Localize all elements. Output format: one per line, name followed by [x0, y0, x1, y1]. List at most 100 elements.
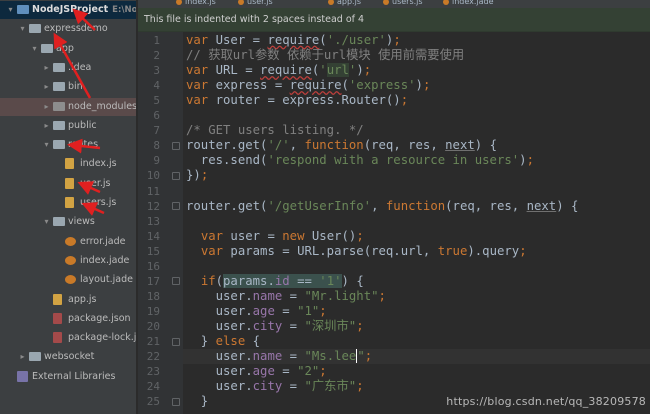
tree-item-node-modules[interactable]: ▸ node_moduleslibrary root [0, 97, 137, 116]
code-line[interactable]: } else { [183, 334, 650, 349]
tree-item-label: index.js [80, 158, 117, 170]
code-line[interactable]: var User = require('./user'); [183, 33, 650, 48]
code-line[interactable]: }); [183, 168, 650, 183]
line-number: 7 [153, 124, 160, 138]
chevron-down-icon[interactable]: ▾ [42, 136, 51, 154]
chevron-right-icon[interactable]: ▸ [18, 348, 27, 366]
folder-icon [53, 120, 65, 130]
code-line[interactable]: user.age = "2"; [183, 364, 650, 379]
tree-item-package-lock-json[interactable]: package-lock.json [0, 329, 136, 347]
folder-icon [53, 82, 65, 92]
folder-icon [29, 352, 41, 362]
fold-marker-icon[interactable] [172, 277, 180, 286]
code-line[interactable] [183, 259, 650, 274]
tree-item-index-js[interactable]: index.js [0, 155, 136, 173]
tree-item-label: bin [68, 81, 83, 93]
folder-icon [17, 5, 29, 14]
chevron-down-icon[interactable]: ▾ [42, 213, 51, 231]
tree-item-app[interactable]: ▾ app [0, 40, 136, 58]
tree-item-views[interactable]: ▾ views [0, 213, 136, 231]
line-number: 11 [146, 184, 160, 198]
code-line[interactable]: router.get('/getUserInfo', function(req,… [183, 199, 650, 214]
code-line[interactable]: var user = new User(); [183, 229, 650, 244]
file-icon [53, 293, 62, 305]
line-number: 5 [153, 94, 160, 108]
tree-item-package-json[interactable]: package.json [0, 310, 136, 328]
code-line[interactable]: if(params.id == '1') { [183, 273, 650, 289]
code-line[interactable]: var params = URL.parse(req.url, true).qu… [183, 244, 650, 259]
tree-item-error-jade[interactable]: error.jade [0, 233, 136, 251]
line-number: 10 [146, 169, 160, 183]
tree-item-users-js[interactable]: users.js [0, 194, 136, 212]
code-editor[interactable]: var User = require('./user');// 获取url参数 … [183, 32, 650, 414]
tree-item-label: layout.jade [80, 274, 133, 286]
chevron-right-icon[interactable]: ▸ [42, 78, 51, 96]
chevron-down-icon[interactable]: ▾ [6, 1, 15, 19]
tree-item-label: .idea [68, 61, 92, 73]
tree-item-bin[interactable]: ▸ bin [0, 78, 136, 96]
line-number: 23 [146, 365, 160, 379]
folder-icon [53, 101, 65, 111]
code-line[interactable]: var express = require('express'); [183, 78, 650, 93]
chevron-right-icon[interactable]: ▸ [42, 59, 51, 77]
chevron-right-icon[interactable]: ▸ [42, 98, 51, 116]
line-number: 16 [146, 259, 160, 273]
tree-item--idea[interactable]: ▸ .idea [0, 59, 136, 77]
chevron-down-icon[interactable]: ▾ [30, 40, 39, 58]
line-number: 2 [153, 49, 160, 63]
line-number: 15 [146, 244, 160, 258]
tree-item-label: websocket [44, 351, 95, 363]
tree-item-layout-jade[interactable]: layout.jade [0, 271, 136, 289]
code-line[interactable]: user.city = "广东市"; [183, 379, 650, 394]
code-line[interactable]: router.get('/', function(req, res, next)… [183, 138, 650, 153]
tree-item-label: routes [68, 139, 99, 151]
folder-icon [53, 217, 65, 227]
tree-item-routes[interactable]: ▾ routes [0, 136, 136, 154]
tree-item-label: node_moduleslibrary root [68, 100, 137, 112]
code-line[interactable]: res.send('respond with a resource in use… [183, 153, 650, 168]
fold-marker-icon[interactable] [172, 397, 180, 406]
code-line[interactable]: user.age = "1"; [183, 304, 650, 319]
tree-item-public[interactable]: ▸ public [0, 117, 136, 135]
editor-tab[interactable]: user.js [238, 0, 273, 8]
code-line[interactable]: user.name = "Ms.lee"; [183, 349, 650, 365]
fold-marker-icon[interactable] [172, 337, 180, 346]
tree-item-label: expressdemo [44, 23, 108, 35]
line-number: 25 [146, 395, 160, 409]
code-line[interactable]: /* GET users listing. */ [183, 123, 650, 138]
code-line[interactable]: user.name = "Mr.light"; [183, 289, 650, 304]
fold-marker-icon[interactable] [172, 141, 180, 150]
file-icon [65, 275, 76, 285]
tree-item-user-js[interactable]: user.js [0, 175, 136, 193]
file-icon [65, 158, 74, 170]
tree-item-external-libraries[interactable]: External Libraries [0, 368, 136, 386]
tree-item-label: error.jade [80, 235, 126, 247]
fold-marker-icon[interactable] [172, 202, 180, 211]
tree-item-app-js[interactable]: app.js [0, 291, 136, 309]
code-line[interactable]: // 获取url参数 依赖于url模块 使用前需要使用 [183, 48, 650, 63]
editor-tab[interactable]: users.js [383, 0, 423, 8]
tree-item-label: user.js [80, 177, 111, 189]
chevron-right-icon[interactable]: ▸ [42, 117, 51, 135]
editor-tab[interactable]: app.js [328, 0, 361, 8]
folder-icon [53, 140, 65, 150]
code-line[interactable] [183, 108, 650, 123]
code-line[interactable] [183, 184, 650, 199]
editor-tab[interactable]: index.js [176, 0, 216, 8]
code-line[interactable]: user.city = "深圳市"; [183, 319, 650, 334]
code-line[interactable] [183, 214, 650, 229]
line-number: 9 [153, 154, 160, 168]
chevron-down-icon[interactable]: ▾ [18, 20, 27, 38]
line-number: 20 [146, 319, 160, 333]
tree-item-index-jade[interactable]: index.jade [0, 252, 136, 270]
tree-item-label: NodeJSProjectE:\NodeJSF [32, 1, 136, 19]
tree-item-nodejsproject[interactable]: ▾ NodeJSProjectE:\NodeJSF [0, 1, 136, 19]
line-number: 8 [153, 139, 160, 153]
tree-item-label: External Libraries [32, 370, 116, 382]
tree-item-websocket[interactable]: ▸ websocket [0, 348, 136, 366]
tree-item-expressdemo[interactable]: ▾ expressdemo [0, 20, 136, 38]
code-line[interactable]: var URL = require('url'); [183, 63, 650, 78]
code-line[interactable]: var router = express.Router(); [183, 93, 650, 108]
editor-tab[interactable]: index.jade [443, 0, 494, 8]
fold-marker-icon[interactable] [172, 171, 180, 180]
